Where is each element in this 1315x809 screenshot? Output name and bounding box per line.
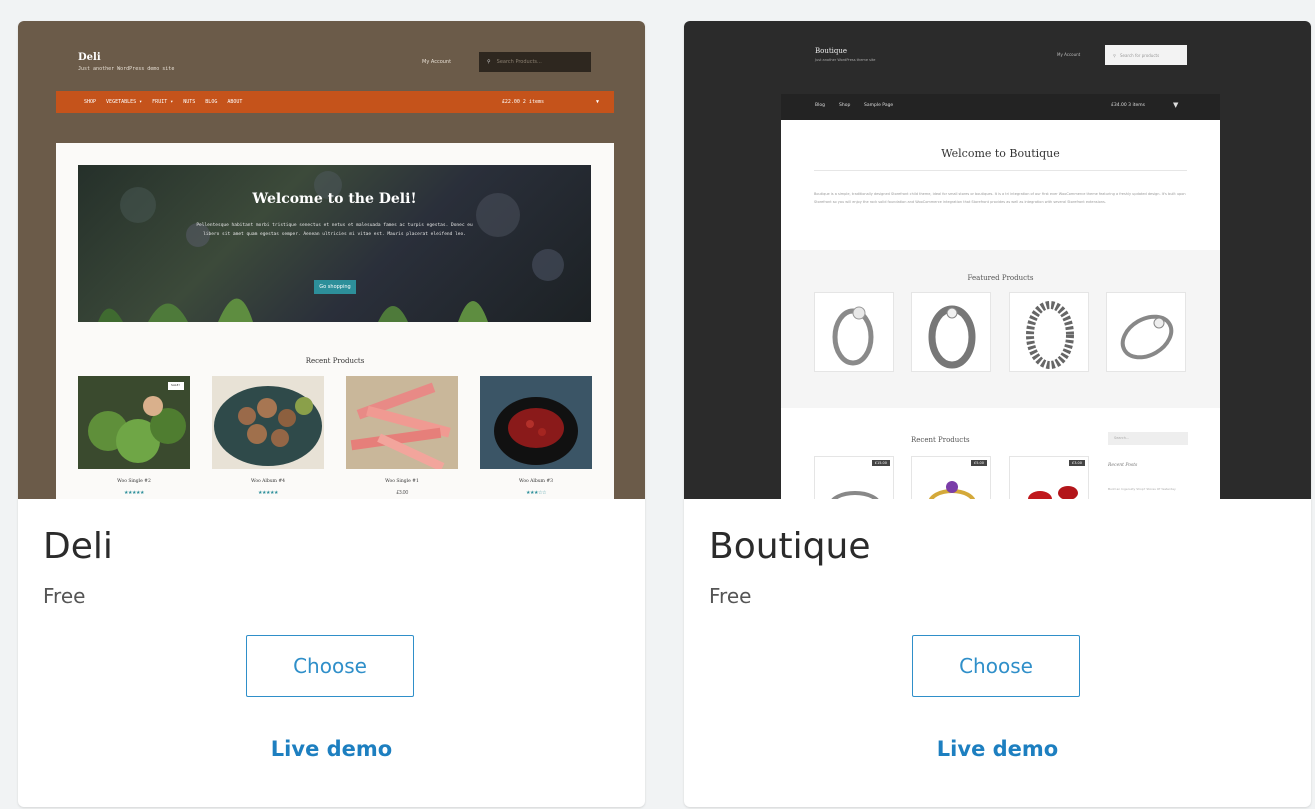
- preview-nav-item: Blog: [815, 103, 825, 108]
- theme-title: Boutique: [709, 526, 871, 567]
- preview-search-box: ⚲ Search Products...: [479, 52, 591, 72]
- choose-button[interactable]: Choose: [246, 635, 414, 697]
- product-price: £5.00: [970, 460, 987, 466]
- preview-welcome-title: Welcome to Boutique: [941, 147, 1060, 160]
- preview-account-link: My Account: [1057, 52, 1081, 57]
- live-demo-link[interactable]: Live demo: [18, 737, 645, 761]
- theme-title: Deli: [43, 526, 113, 567]
- preview-intro-text: Boutique is a simple, traditionally desi…: [814, 192, 1186, 204]
- preview-nav-item: Shop: [839, 103, 851, 108]
- preview-nav-item: BLOG: [205, 99, 218, 105]
- preview-search-placeholder: Search Products...: [496, 59, 542, 65]
- search-icon: ⚲: [487, 59, 491, 65]
- preview-nav-bar: SHOP VEGETABLES ▾ FRUIT ▾ NUTS BLOG ABOU…: [56, 91, 614, 113]
- product-name: Woo Album #3: [519, 479, 553, 484]
- preview-nav-item: ABOUT: [227, 99, 243, 105]
- preview-nav-item: Sample Page: [864, 103, 894, 108]
- preview-nav-item: FRUIT: [152, 99, 168, 105]
- theme-card-boutique: Boutique Just another WordPress theme si…: [684, 21, 1311, 807]
- theme-preview-boutique[interactable]: Boutique Just another WordPress theme si…: [684, 21, 1311, 499]
- preview-recent-title: Recent Products: [911, 436, 970, 444]
- recent-product: £5.00: [911, 456, 991, 499]
- search-icon: ⚲: [1113, 52, 1116, 58]
- product-image-ring: [1009, 292, 1089, 372]
- product-price: £3.00: [1068, 460, 1085, 466]
- theme-preview-deli[interactable]: Deli Just another WordPress demo site My…: [18, 21, 645, 499]
- preview-featured-title: Featured Products: [967, 274, 1034, 282]
- preview-tagline: Just another WordPress theme site: [815, 58, 876, 62]
- preview-sidebar-heading: Recent Posts: [1108, 463, 1138, 468]
- theme-card-deli: Deli Just another WordPress demo site My…: [18, 21, 645, 807]
- product-image-rhubarb: [346, 376, 458, 469]
- preview-search-box: ⚲ Search for products: [1105, 45, 1187, 65]
- chevron-down-icon: ▾: [170, 99, 174, 105]
- preview-logo: Boutique: [815, 47, 848, 55]
- chevron-down-icon: ▼: [1173, 101, 1179, 109]
- preview-sidebar-search: Search...: [1108, 432, 1188, 445]
- product-image-bowl: [480, 376, 592, 469]
- product-rating: ★★★★★: [258, 490, 278, 496]
- preview-cart-total: £34.00 3 items: [1111, 103, 1145, 108]
- preview-sidebar-post: Build an Ingenuity Shop? Stores Of Yeste…: [1108, 487, 1176, 491]
- product-image-greens: [78, 376, 190, 469]
- preview-nav-item: NUTS: [183, 99, 196, 105]
- recent-product: £15.00: [814, 456, 894, 499]
- product-image-potatoes: [212, 376, 324, 469]
- preview-search-placeholder: Search for products: [1119, 52, 1160, 58]
- product-price: £15.00: [871, 460, 890, 466]
- product-image-ring: [1106, 292, 1186, 372]
- preview-hero-title: Welcome to the Deli!: [252, 191, 417, 207]
- preview-tagline: Just another WordPress demo site: [78, 66, 175, 72]
- preview-recent-title: Recent Products: [305, 357, 365, 365]
- preview-logo: Deli: [78, 52, 101, 63]
- chevron-down-icon: ▼: [595, 99, 599, 105]
- theme-price: Free: [709, 584, 752, 608]
- divider: [814, 170, 1187, 171]
- preview-hero-text: Pellentesque habitant morbi tristique se…: [196, 223, 473, 237]
- preview-hero-button: Go shopping: [314, 280, 356, 294]
- preview-nav-item: VEGETABLES: [106, 99, 137, 105]
- preview-account-link: My Account: [422, 59, 452, 65]
- product-image-ring: [814, 292, 894, 372]
- choose-button[interactable]: Choose: [912, 635, 1080, 697]
- product-image-ring: [911, 292, 991, 372]
- recent-product: £3.00: [1009, 456, 1089, 499]
- product-name: Woo Album #4: [251, 479, 285, 484]
- hero-background-image: [98, 171, 564, 322]
- product-name: Woo Single #1: [385, 479, 419, 484]
- preview-cart-total: £22.00 2 items: [501, 99, 544, 105]
- live-demo-link[interactable]: Live demo: [684, 737, 1311, 761]
- chevron-down-icon: ▾: [139, 99, 143, 105]
- product-price: £3.00: [396, 490, 408, 496]
- preview-page: Welcome to the Deli! Pellentesque habita…: [56, 143, 614, 499]
- product-name: Woo Single #2: [117, 479, 151, 484]
- preview-nav-item: SHOP: [84, 99, 97, 105]
- product-rating: ★★★☆☆: [526, 490, 546, 496]
- preview-page: Welcome to Boutique Boutique is a simple…: [781, 120, 1220, 499]
- product-rating: ★★★★★: [124, 490, 144, 496]
- preview-nav-bar: Blog Shop Sample Page £34.00 3 items ▼: [781, 94, 1220, 120]
- preview-hero: Welcome to the Deli! Pellentesque habita…: [78, 165, 591, 322]
- sale-badge: SALE!: [171, 383, 180, 387]
- theme-price: Free: [43, 584, 86, 608]
